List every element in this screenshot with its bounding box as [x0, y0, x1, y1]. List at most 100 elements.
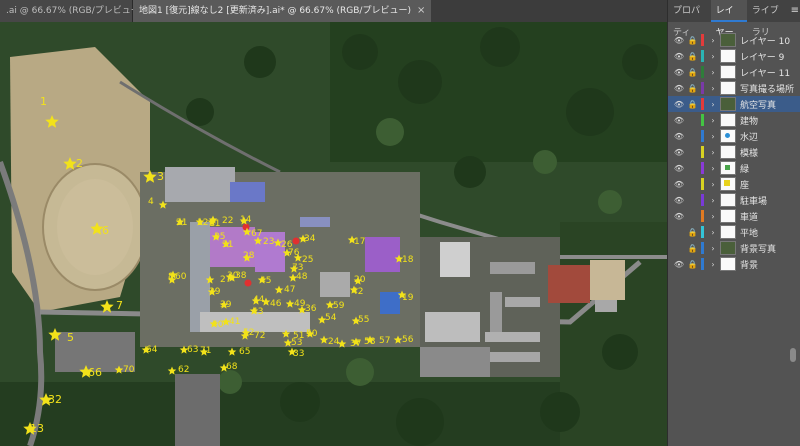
- lock-icon[interactable]: 🔒: [686, 100, 699, 109]
- layer-row[interactable]: 👁 › 水辺: [668, 128, 800, 144]
- layer-row[interactable]: 👁 › 座: [668, 176, 800, 192]
- lock-icon[interactable]: 🔒: [686, 244, 699, 253]
- visibility-eye-icon[interactable]: 👁: [672, 68, 686, 77]
- layer-row[interactable]: 👁 🔒 › レイヤー 9: [668, 48, 800, 64]
- visibility-eye-icon[interactable]: 👁: [672, 100, 686, 109]
- map-marker-label: 44: [253, 295, 265, 305]
- chevron-right-icon[interactable]: ›: [708, 52, 718, 61]
- map-marker-label: 11: [209, 219, 220, 229]
- map-marker-label: 76: [288, 248, 300, 258]
- chevron-right-icon[interactable]: ›: [708, 228, 718, 237]
- map-marker-label: 32: [48, 393, 62, 406]
- visibility-eye-icon[interactable]: 👁: [672, 132, 686, 141]
- visibility-eye-icon[interactable]: 👁: [672, 148, 686, 157]
- chevron-right-icon[interactable]: ›: [708, 116, 718, 125]
- layer-row[interactable]: 🔒 › 平地: [668, 224, 800, 240]
- layer-color-swatch: [701, 242, 704, 254]
- visibility-eye-icon[interactable]: 👁: [672, 36, 686, 45]
- lock-icon[interactable]: 🔒: [686, 84, 699, 93]
- layer-row[interactable]: 👁 › 模様: [668, 144, 800, 160]
- visibility-eye-icon[interactable]: 👁: [672, 116, 686, 125]
- chevron-right-icon[interactable]: ›: [708, 132, 718, 141]
- layer-color-swatch: [701, 162, 704, 174]
- lock-icon[interactable]: 🔒: [686, 228, 699, 237]
- map-marker-label: 49: [294, 299, 306, 309]
- layer-thumbnail: [720, 257, 736, 271]
- lock-icon[interactable]: 🔒: [686, 36, 699, 45]
- map-marker-label: 73: [292, 263, 303, 273]
- map-marker-label: 17: [354, 237, 365, 247]
- layer-row[interactable]: 👁 › 駐車場: [668, 192, 800, 208]
- layer-color-swatch: [701, 194, 704, 206]
- layer-thumbnail: [720, 161, 736, 175]
- layer-thumbnail: [720, 33, 736, 47]
- layer-thumbnail: [720, 113, 736, 127]
- map-marker-label: 25: [302, 255, 313, 265]
- chevron-right-icon[interactable]: ›: [708, 164, 718, 173]
- visibility-eye-icon[interactable]: 👁: [672, 260, 686, 269]
- tab-layers[interactable]: レイヤー: [710, 0, 747, 38]
- panel-tab-bar: プロパティ レイヤー ライブラリ ≡: [668, 0, 800, 38]
- panel-menu-icon[interactable]: ≡: [790, 0, 800, 22]
- tab-libraries[interactable]: ライブラリ: [747, 0, 790, 38]
- lock-icon[interactable]: 🔒: [686, 52, 699, 61]
- layer-name: レイヤー 9: [740, 52, 785, 63]
- layer-name: 座: [740, 180, 750, 191]
- map-marker-label: 42: [352, 287, 363, 297]
- layer-thumbnail: [720, 65, 736, 79]
- map-marker-label: 20: [354, 275, 366, 285]
- layer-row[interactable]: 👁 🔒 › 背景: [668, 256, 800, 272]
- chevron-right-icon[interactable]: ›: [708, 68, 718, 77]
- visibility-eye-icon[interactable]: 👁: [672, 52, 686, 61]
- lock-icon[interactable]: 🔒: [686, 68, 699, 77]
- layer-row[interactable]: 👁 🔒 › 写真撮る場所: [668, 80, 800, 96]
- visibility-eye-icon[interactable]: 👁: [672, 164, 686, 173]
- map-marker-label: 29: [209, 287, 221, 297]
- map-marker-label: 53: [291, 338, 302, 348]
- chevron-right-icon[interactable]: ›: [708, 84, 718, 93]
- layer-name: レイヤー 11: [740, 68, 791, 79]
- layer-color-swatch: [701, 66, 704, 78]
- map-marker-label: 43: [252, 307, 263, 317]
- map-marker-label: 64: [146, 345, 158, 355]
- map-marker-label: 60: [175, 272, 187, 282]
- layer-list: 👁 🔒 › レイヤー 10 👁 🔒 › レイヤー 9 👁 🔒 › レイヤー 11 👁 🔒 › 写真撮る場所 👁 🔒…: [668, 32, 800, 272]
- layer-list-scrollbar[interactable]: [790, 348, 796, 362]
- map-marker-label: 14: [240, 215, 252, 225]
- close-icon[interactable]: ×: [417, 0, 425, 22]
- layer-row[interactable]: 👁 🔒 › レイヤー 10: [668, 32, 800, 48]
- chevron-right-icon[interactable]: ›: [708, 36, 718, 45]
- layer-thumbnail: [720, 81, 736, 95]
- visibility-eye-icon[interactable]: 👁: [672, 180, 686, 189]
- chevron-right-icon[interactable]: ›: [708, 244, 718, 253]
- map-marker-label: 59: [333, 301, 345, 311]
- document-tab-label: .ai @ 66.67% (RGB/プレビュー): [6, 6, 144, 16]
- layer-row[interactable]: 👁 › 緑: [668, 160, 800, 176]
- document-tab-2[interactable]: 地図1 [復元]線なし2 [更新済み].ai* @ 66.67% (RGB/プレ…: [133, 0, 432, 22]
- layer-row[interactable]: 👁 🔒 › 航空写真: [668, 96, 800, 112]
- visibility-eye-icon[interactable]: 👁: [672, 196, 686, 205]
- map-marker-label: 8: [168, 272, 174, 282]
- artboard-canvas[interactable]: 1 2 3 4 5 6 7 8 11 12 13 14 17 18 19 20 21 22 23 24 25 26 27 28…: [0, 22, 667, 446]
- layer-row[interactable]: 👁 🔒 › レイヤー 11: [668, 64, 800, 80]
- map-marker-label: 18: [402, 255, 414, 265]
- map-marker-label: 38: [235, 271, 247, 281]
- chevron-right-icon[interactable]: ›: [708, 180, 718, 189]
- visibility-eye-icon[interactable]: 👁: [672, 84, 686, 93]
- layer-thumbnail: [720, 193, 736, 207]
- chevron-right-icon[interactable]: ›: [708, 100, 718, 109]
- tab-properties[interactable]: プロパティ: [668, 0, 711, 38]
- layer-thumbnail: [720, 241, 736, 255]
- chevron-right-icon[interactable]: ›: [708, 196, 718, 205]
- map-marker-label: 57: [379, 336, 390, 346]
- lock-icon[interactable]: 🔒: [686, 260, 699, 269]
- visibility-eye-icon[interactable]: 👁: [672, 212, 686, 221]
- layer-color-swatch: [701, 146, 704, 158]
- layer-row[interactable]: 👁 › 車道: [668, 208, 800, 224]
- chevron-right-icon[interactable]: ›: [708, 260, 718, 269]
- chevron-right-icon[interactable]: ›: [708, 212, 718, 221]
- layer-row[interactable]: 🔒 › 背景写真: [668, 240, 800, 256]
- document-tab-1[interactable]: .ai @ 66.67% (RGB/プレビュー): [0, 0, 143, 22]
- layer-row[interactable]: 👁 › 建物: [668, 112, 800, 128]
- chevron-right-icon[interactable]: ›: [708, 148, 718, 157]
